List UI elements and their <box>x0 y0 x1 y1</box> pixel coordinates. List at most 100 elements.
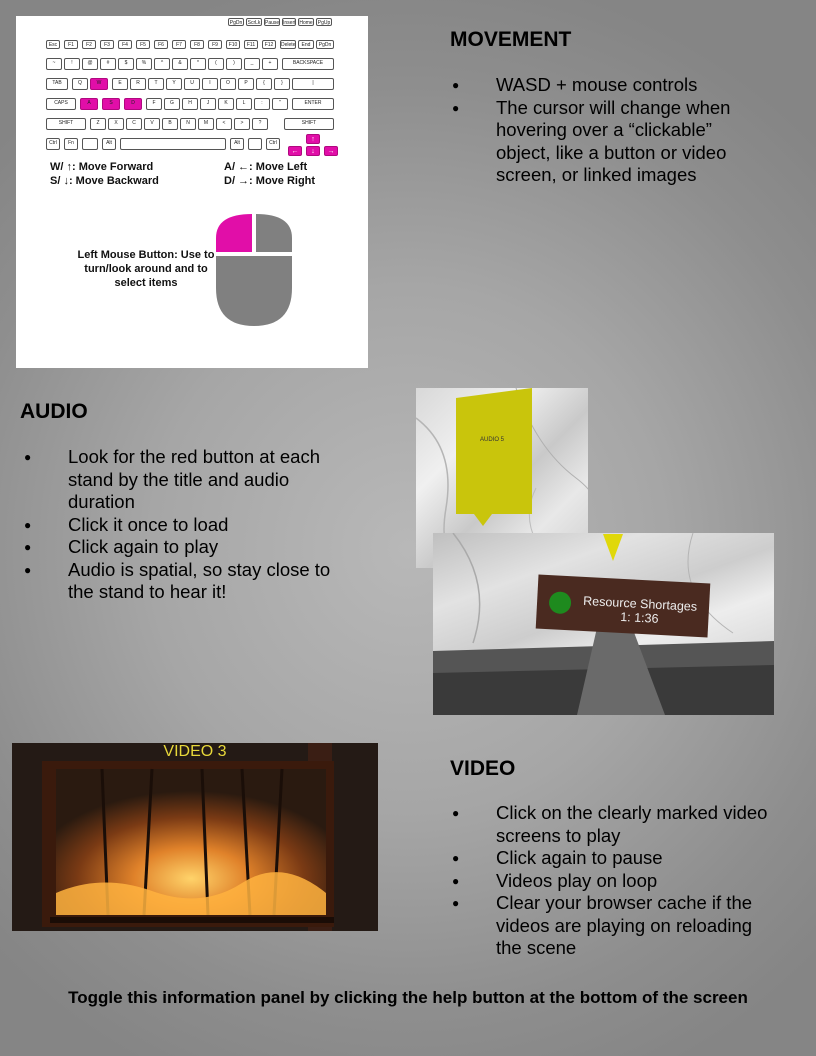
keyboard-key: Q <box>72 78 88 90</box>
keyboard-key: I <box>202 78 218 90</box>
keyboard-key: D <box>124 98 142 110</box>
keyboard-key: Esc <box>46 40 60 49</box>
keyboard-key: @ <box>82 58 98 70</box>
keyboard-key: Alt <box>230 138 244 150</box>
keyboard-key: F <box>146 98 162 110</box>
keyboard-key: ) <box>226 58 242 70</box>
list-item: WASD + mouse controls <box>450 74 770 97</box>
audio-sign-large: Resource Shortages 1: 1:36 <box>535 574 711 638</box>
keyboard-key: T <box>148 78 164 90</box>
keyboard-key: < <box>216 118 232 130</box>
video-title: VIDEO <box>450 757 516 780</box>
list-item: The cursor will change when hovering ove… <box>450 97 770 187</box>
mouse-label: Left Mouse Button: Use to turn/look arou… <box>77 249 215 289</box>
movement-title: MOVEMENT <box>450 28 572 51</box>
keyboard-key: F5 <box>136 40 150 49</box>
video-list: Click on the clearly marked video screen… <box>450 802 770 960</box>
list-item: Click again to play <box>22 536 342 559</box>
list-item: Click again to pause <box>450 847 770 870</box>
keyboard-key: + <box>262 58 278 70</box>
right-label: D/ →: Move Right <box>224 175 316 187</box>
mouse-icon <box>216 214 292 326</box>
audio-title: AUDIO <box>20 400 88 423</box>
play-button-icon <box>548 591 572 615</box>
help-toggle-note: Toggle this information panel by clickin… <box>68 988 748 1007</box>
keyboard-key: G <box>164 98 180 110</box>
list-item: Audio is spatial, so stay close to the s… <box>22 559 342 604</box>
keyboard-key: SHIFT <box>284 118 334 130</box>
sign-duration-large: 1: 1:36 <box>619 609 659 626</box>
keyboard-key: { <box>256 78 272 90</box>
keyboard-key: _ <box>244 58 260 70</box>
keyboard-key: F11 <box>244 40 258 49</box>
keyboard-key: F2 <box>82 40 96 49</box>
video-screen-image: VIDEO 3 <box>12 743 378 931</box>
keyboard-key: P <box>238 78 254 90</box>
keyboard-key: Y <box>166 78 182 90</box>
keyboard-key: B <box>162 118 178 130</box>
keyboard-mouse-diagram: PgDn ScrlLkScrLkPauseInsertHomePgUp Esc F1… <box>16 16 368 368</box>
keyboard-key: J <box>200 98 216 110</box>
left-label: A/ ←: Move Left <box>224 161 308 173</box>
keyboard-key: Insert <box>282 18 296 26</box>
keyboard-key: } <box>274 78 290 90</box>
keyboard-key: F1 <box>64 40 78 49</box>
keyboard-key: K <box>218 98 234 110</box>
keyboard-key: $ <box>118 58 134 70</box>
keyboard-key: F7 <box>172 40 186 49</box>
keyboard-key: E <box>112 78 128 90</box>
keyboard-key: F9 <box>208 40 222 49</box>
keyboard-key: O <box>220 78 236 90</box>
list-item: Videos play on loop <box>450 870 770 893</box>
keyboard-key: F12 <box>262 40 276 49</box>
audio-list: Look for the red button at each stand by… <box>22 446 342 604</box>
keyboard-key: A <box>80 98 98 110</box>
keyboard-key: N <box>180 118 196 130</box>
keyboard-key: ( <box>208 58 224 70</box>
arrow-key-icon: → <box>324 146 338 156</box>
keyboard-key: ? <box>252 118 268 130</box>
list-item: Look for the red button at each stand by… <box>22 446 342 514</box>
arrow-key-icon: ↑ <box>306 134 320 144</box>
keyboard-key <box>82 138 98 150</box>
keyboard-key: ScrLk <box>246 18 262 26</box>
keyboard-key: Ctrl <box>266 138 280 150</box>
keyboard-key: % <box>136 58 152 70</box>
keyboard-key: ENTER <box>292 98 334 110</box>
keyboard-key: ^ <box>154 58 170 70</box>
keyboard-key: Home <box>298 18 314 26</box>
keyboard-key: # <box>100 58 116 70</box>
list-item: Clear your browser cache if the videos a… <box>450 892 770 960</box>
backward-label: S/ ↓: Move Backward <box>50 175 159 187</box>
keyboard-key: C <box>126 118 142 130</box>
keyboard-key: U <box>184 78 200 90</box>
keyboard-key: F10 <box>226 40 240 49</box>
keyboard-key: > <box>234 118 250 130</box>
keyboard-key: H <box>182 98 198 110</box>
keyboard-key: : <box>254 98 270 110</box>
keyboard-key: PgUp <box>316 18 332 26</box>
keyboard-key: Alt <box>102 138 116 150</box>
keyboard-key: F4 <box>118 40 132 49</box>
keyboard-key: X <box>108 118 124 130</box>
audio-banner-label: AUDIO 5 <box>479 437 504 443</box>
keyboard-key <box>120 138 226 150</box>
keyboard-key: Pause <box>264 18 280 26</box>
keyboard-key: F6 <box>154 40 168 49</box>
list-item: Click on the clearly marked video screen… <box>450 802 770 847</box>
video-screen-label: VIDEO 3 <box>163 743 227 760</box>
keyboard-key: PgDn <box>316 40 334 49</box>
keyboard-key: F3 <box>100 40 114 49</box>
fire-scene <box>12 743 378 931</box>
keyboard-key: Fn <box>64 138 78 150</box>
keyboard-key <box>248 138 262 150</box>
list-item: Click it once to load <box>22 514 342 537</box>
movement-list: WASD + mouse controls The cursor will ch… <box>450 74 770 187</box>
keyboard-key: M <box>198 118 214 130</box>
keyboard-key: ! <box>64 58 80 70</box>
keyboard-key: PgDn ScrlLk <box>228 18 244 26</box>
forward-label: W/ ↑: Move Forward <box>50 161 154 173</box>
keyboard-key: & <box>172 58 188 70</box>
keyboard-key: CAPS LOCK <box>46 98 76 110</box>
arrow-key-icon: ← <box>288 146 302 156</box>
